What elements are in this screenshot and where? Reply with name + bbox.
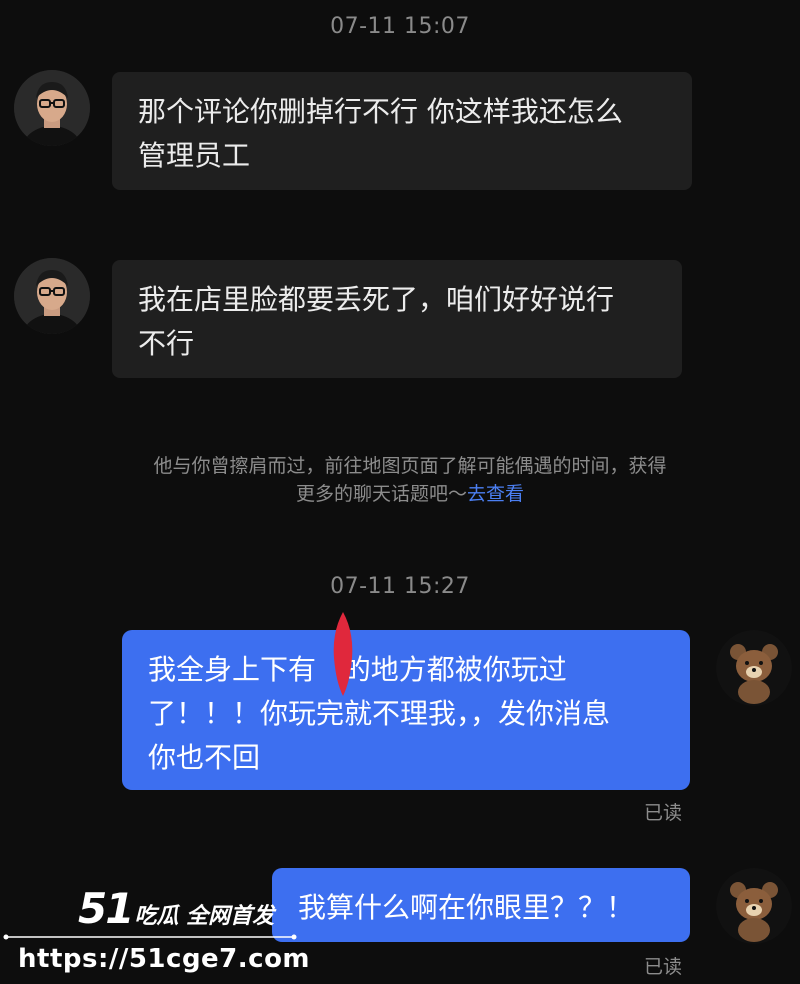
person-avatar-icon xyxy=(14,70,90,146)
message-text: 管理员工 xyxy=(138,139,251,172)
site-watermark: 51吃瓜 全网首发 https://51cge7.com xyxy=(0,880,310,984)
encounter-notice: 他与你曾擦肩而过，前往地图页面了解可能偶遇的时间，获得 更多的聊天话题吧～去查看 xyxy=(90,452,730,508)
message-text: 那个评论你删掉行不行 你这样我还怎么 xyxy=(138,95,623,128)
timestamp: 07-11 15:27 xyxy=(330,574,470,599)
notice-text: 更多的聊天话题吧～ xyxy=(295,483,467,505)
outgoing-message[interactable]: 我全身上下有 的地方都被你玩过 了！！！你玩完就不理我，，发你消息 你也不回 xyxy=(122,630,690,790)
message-text: 了！！！你玩完就不理我，，发你消息 xyxy=(148,697,611,730)
bear-avatar-icon xyxy=(716,630,792,706)
message-text: 我算什么啊在你眼里？？！ xyxy=(298,891,635,924)
read-status: 已读 xyxy=(644,956,683,978)
notice-text: 他与你曾擦肩而过，前往地图页面了解可能偶遇的时间，获得 xyxy=(153,455,667,477)
my-avatar[interactable] xyxy=(716,630,792,706)
my-avatar[interactable] xyxy=(716,868,792,944)
watermark-url: https://51cge7.com xyxy=(18,944,311,974)
contact-avatar[interactable] xyxy=(14,70,90,146)
timestamp: 07-11 15:07 xyxy=(330,14,470,39)
message-text: 不行 xyxy=(138,327,195,360)
view-map-link[interactable]: 去查看 xyxy=(467,483,524,505)
watermark-logo: 51吃瓜 全网首发 xyxy=(78,884,274,933)
message-text: 我在店里脸都要丢死了，咱们好好说行 xyxy=(138,283,615,316)
watermark-logo-text: 吃瓜 全网首发 xyxy=(134,904,275,929)
outgoing-message[interactable]: 我算什么啊在你眼里？？！ xyxy=(272,868,690,942)
watermark-logo-number: 51 xyxy=(78,884,134,933)
bear-avatar-icon xyxy=(716,868,792,944)
incoming-message[interactable]: 那个评论你删掉行不行 你这样我还怎么 管理员工 xyxy=(112,72,692,190)
message-text: 我全身上下有 的地方都被你玩过 xyxy=(148,653,567,686)
message-text: 你也不回 xyxy=(148,741,261,774)
contact-avatar[interactable] xyxy=(14,258,90,334)
incoming-message[interactable]: 我在店里脸都要丢死了，咱们好好说行 不行 xyxy=(112,260,682,378)
censor-marker xyxy=(333,612,353,696)
watermark-circuit-line xyxy=(3,934,297,940)
person-avatar-icon xyxy=(14,258,90,334)
read-status: 已读 xyxy=(644,802,683,824)
